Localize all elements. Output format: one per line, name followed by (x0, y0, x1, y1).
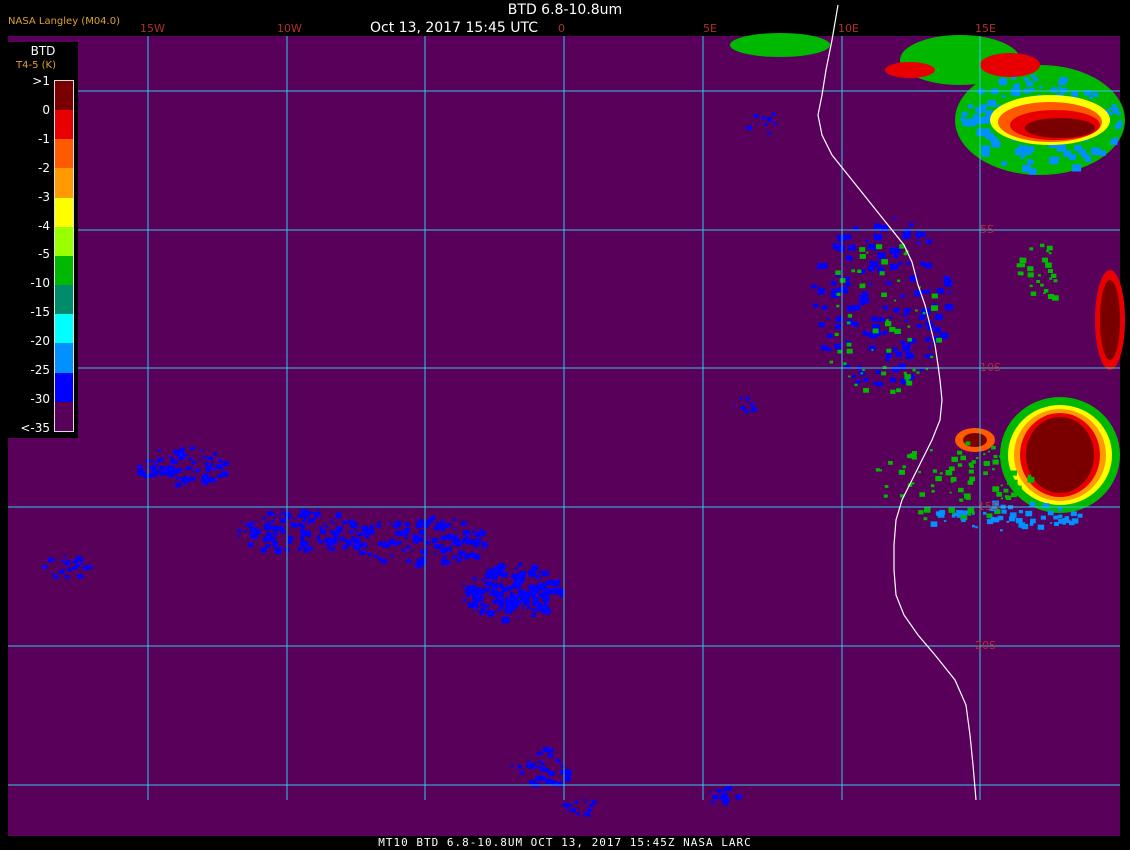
lat-label-20s: 20S (975, 639, 996, 652)
satellite-image-viewer: BTD 6.8-10.8um Oct 13, 2017 15:45 UTC NA… (0, 0, 1130, 850)
legend-title: BTD (30, 44, 56, 58)
lon-label-10w: 10W (277, 22, 302, 35)
footer-caption: MT10 BTD 6.8-10.8UM OCT 13, 2017 15:45Z … (378, 836, 752, 849)
legend-swatch (55, 168, 73, 198)
legend-tick-label: <-35 (20, 420, 50, 435)
lon-label-5e: 5E (703, 22, 717, 35)
lon-label-10e: 10E (838, 22, 859, 35)
legend-swatch (55, 226, 73, 256)
legend-tick-label: -10 (30, 276, 50, 291)
legend-tick-label: -30 (30, 391, 50, 406)
legend-swatch (55, 139, 73, 169)
lat-label-15s: 15S (978, 500, 999, 513)
legend-units: T4-5 (K) (16, 60, 56, 71)
legend-tick-label: -1 (38, 131, 50, 146)
legend-swatch (55, 401, 73, 431)
legend-tick-label: -5 (38, 247, 50, 262)
legend-tick-label: 0 (42, 102, 50, 117)
legend-swatch (55, 343, 73, 373)
lon-label-0: 0 (558, 22, 565, 35)
lat-label-10s: 10S (980, 361, 1001, 374)
agency-label: NASA Langley (M04.0) (8, 16, 120, 27)
image-title: BTD 6.8-10.8um (507, 2, 623, 18)
legend-tick-label: >1 (32, 74, 50, 88)
satellite-map (8, 4, 1125, 836)
legend-tick-label: -4 (38, 218, 50, 233)
legend-color-bar (54, 80, 74, 432)
legend-swatch (55, 314, 73, 344)
legend-tick-label: -25 (30, 363, 50, 377)
legend-swatch (55, 372, 73, 402)
legend-swatch (55, 81, 73, 111)
legend-swatch (55, 197, 73, 227)
lon-label-15w: 15W (140, 22, 165, 35)
image-timestamp: Oct 13, 2017 15:45 UTC (370, 20, 538, 36)
color-legend: BTD T4-5 (K) >1 0 -1 -2 -3 -4 -5 -10 -15 -20 -25 -3… (8, 42, 78, 438)
legend-tick-label: -15 (30, 305, 50, 320)
legend-tick-label: -20 (30, 334, 50, 349)
legend-swatch (55, 255, 73, 286)
legend-tick-label: -2 (38, 160, 50, 175)
legend-tick-label: -3 (38, 189, 50, 204)
legend-swatch (55, 285, 73, 315)
legend-swatch (55, 110, 73, 140)
lat-label-5s: 5S (980, 223, 994, 236)
lon-label-15e: 15E (975, 22, 996, 35)
